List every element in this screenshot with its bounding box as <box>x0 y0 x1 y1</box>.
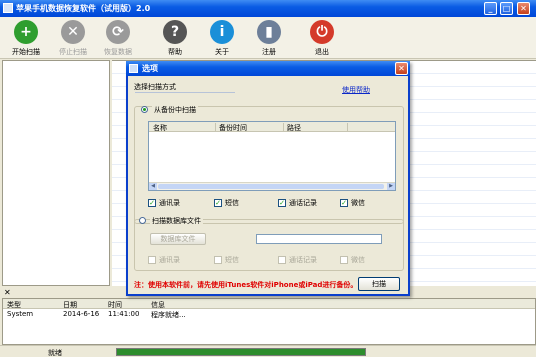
help-icon: ? <box>163 20 187 44</box>
usage-help-link[interactable]: 使用帮助 <box>342 85 370 95</box>
minimize-button[interactable]: _ <box>484 2 497 15</box>
db-scan-radio[interactable] <box>139 217 146 224</box>
backup-list-header: 名称 备份时间 路径 <box>149 122 395 132</box>
backup-col-name[interactable]: 名称 <box>153 123 167 133</box>
backup-contacts-label: 通讯录 <box>159 199 180 207</box>
start-scan-label: 开始扫描 <box>12 48 40 56</box>
scan-mode-label: 选择扫描方式 <box>134 83 176 91</box>
backup-list-scrollbar[interactable]: ◀ ▶ <box>149 182 395 190</box>
backup-calllog-label: 通话记录 <box>289 199 317 207</box>
log-cell-date: 2014-6-16 <box>63 310 100 318</box>
backup-calllog-checkbox[interactable]: ✓ <box>278 199 286 207</box>
scan-mode-divider <box>135 92 235 93</box>
status-bar: 就绪 <box>0 345 536 357</box>
db-sms-checkbox[interactable] <box>214 256 222 264</box>
power-icon: ⏻ <box>310 20 334 44</box>
backup-wechat-checkbox[interactable]: ✓ <box>340 199 348 207</box>
header-separator <box>347 123 348 131</box>
log-row[interactable]: System 2014-6-16 11:41:00 程序就绪... <box>3 309 535 320</box>
register-label: 注册 <box>262 48 276 56</box>
dialog-title-bar: 选项 ✕ <box>126 61 410 76</box>
restore-icon: ⟳ <box>106 20 130 44</box>
window-title-bar: 苹果手机数据恢复软件（试用版）2.0 _ □ ✕ <box>0 0 536 17</box>
about-label: 关于 <box>215 48 229 56</box>
start-scan-button[interactable]: + 开始扫描 <box>4 19 48 57</box>
header-separator <box>215 123 216 131</box>
backup-contacts-checkbox[interactable]: ✓ <box>148 199 156 207</box>
exit-label: 退出 <box>315 48 329 56</box>
db-contacts-label: 通讯录 <box>159 256 180 264</box>
progress-fill <box>117 349 365 355</box>
window-close-button[interactable]: ✕ <box>517 2 530 15</box>
backup-note: 注：使用本软件前，请先使用iTunes软件对iPhone或iPad进行备份。 <box>134 281 358 289</box>
backup-scan-radio[interactable] <box>141 106 148 113</box>
scroll-right-icon[interactable]: ▶ <box>387 183 395 190</box>
db-scan-label[interactable]: 扫描数据库文件 <box>150 216 203 226</box>
db-calllog-checkbox[interactable] <box>278 256 286 264</box>
log-cell-type: System <box>7 310 34 318</box>
db-wechat-label: 微信 <box>351 256 365 264</box>
dialog-icon <box>129 64 138 73</box>
db-contacts-checkbox[interactable] <box>148 256 156 264</box>
progress-bar <box>116 348 366 356</box>
dialog-close-button[interactable]: ✕ <box>395 62 408 75</box>
db-calllog-label: 通话记录 <box>289 256 317 264</box>
help-label: 帮助 <box>168 48 182 56</box>
backup-sms-checkbox[interactable]: ✓ <box>214 199 222 207</box>
scan-button[interactable]: 扫描 <box>358 277 400 291</box>
maximize-button[interactable]: □ <box>500 2 513 15</box>
status-text: 就绪 <box>48 349 62 357</box>
log-close-icon[interactable]: ✕ <box>4 288 11 297</box>
window-title: 苹果手机数据恢复软件（试用版）2.0 <box>16 4 151 13</box>
db-sms-label: 短信 <box>225 256 239 264</box>
toolbar: + 开始扫描 ✕ 停止扫描 ⟳ 恢复数据? 帮助 i 关于 ▮ 注册 ⏻ 退出 <box>0 17 536 59</box>
db-file-button[interactable]: 数据库文件 <box>150 233 206 245</box>
db-wechat-checkbox[interactable] <box>340 256 348 264</box>
register-button[interactable]: ▮ 注册 <box>247 19 291 57</box>
scroll-left-icon[interactable]: ◀ <box>149 183 157 190</box>
plus-icon: + <box>14 20 38 44</box>
log-table: 类型 日期 时间 信息 System 2014-6-16 11:41:00 程序… <box>2 298 536 345</box>
exit-button[interactable]: ⏻ 退出 <box>300 19 344 57</box>
backup-wechat-label: 微信 <box>351 199 365 207</box>
header-separator <box>283 123 284 131</box>
backup-list[interactable]: 名称 备份时间 路径 ◀ ▶ <box>148 121 396 191</box>
backup-scan-label[interactable]: 从备份中扫描 <box>152 105 198 115</box>
db-path-field[interactable] <box>256 234 382 244</box>
log-cell-time: 11:41:00 <box>108 310 140 318</box>
stop-icon: ✕ <box>61 20 85 44</box>
options-dialog: 选项 ✕ 选择扫描方式 使用帮助 从备份中扫描 名称 备份时间 路径 ◀ ▶ ✓… <box>126 61 410 296</box>
log-table-header: 类型 日期 时间 信息 <box>3 299 535 309</box>
app-icon <box>3 3 13 13</box>
scrollbar-thumb[interactable] <box>158 184 384 189</box>
restore-data-button[interactable]: ⟳ 恢复数据 <box>96 19 140 57</box>
help-button[interactable]: ? 帮助 <box>153 19 197 57</box>
backup-sms-label: 短信 <box>225 199 239 207</box>
about-button[interactable]: i 关于 <box>200 19 244 57</box>
device-tree-panel[interactable] <box>2 60 110 286</box>
restore-data-label: 恢复数据 <box>104 48 132 56</box>
stop-scan-button[interactable]: ✕ 停止扫描 <box>51 19 95 57</box>
log-cell-info: 程序就绪... <box>151 311 186 319</box>
info-icon: i <box>210 20 234 44</box>
dialog-title: 选项 <box>142 64 158 73</box>
backup-col-time[interactable]: 备份时间 <box>219 123 247 133</box>
stop-scan-label: 停止扫描 <box>59 48 87 56</box>
backup-col-path[interactable]: 路径 <box>287 123 301 133</box>
register-icon: ▮ <box>257 20 281 44</box>
